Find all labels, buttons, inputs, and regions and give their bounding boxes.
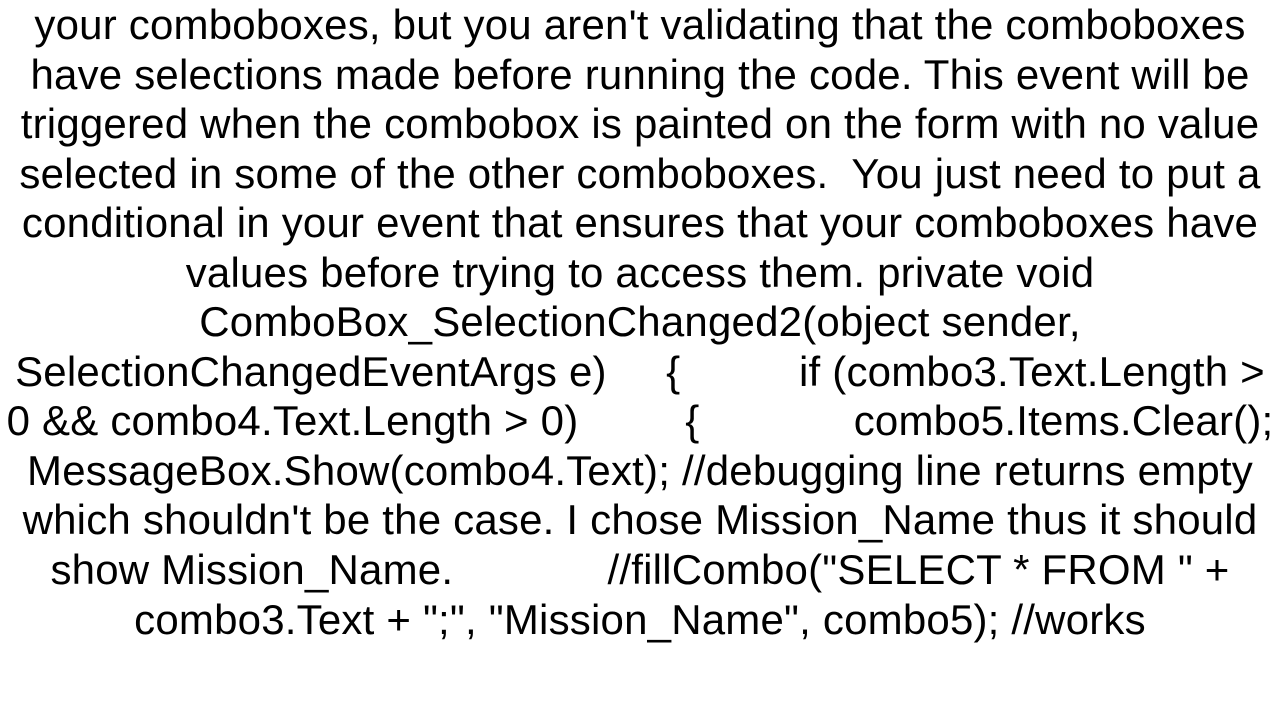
document-body: your comboboxes, but you aren't validati…	[0, 0, 1280, 720]
body-text: your comboboxes, but you aren't validati…	[4, 0, 1276, 644]
